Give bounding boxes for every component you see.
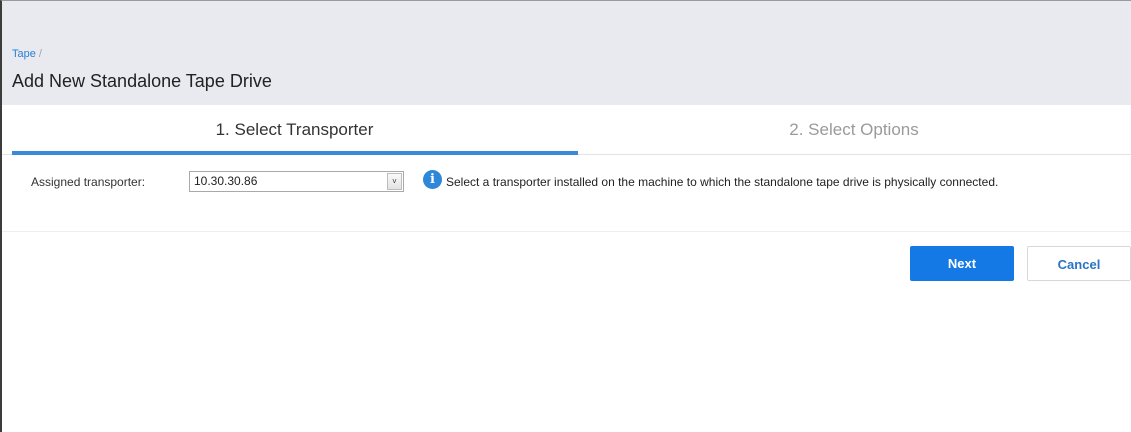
chevron-down-icon[interactable]: ˅ [387, 173, 402, 190]
breadcrumb-separator: / [38, 48, 42, 60]
next-button[interactable]: Next [910, 246, 1014, 281]
assigned-transporter-hint: Select a transporter installed on the ma… [446, 175, 999, 189]
tab-select-transporter[interactable]: 1. Select Transporter [12, 105, 577, 155]
page-header: Tape / Add New Standalone Tape Drive [2, 1, 1131, 105]
breadcrumb: Tape / [12, 48, 42, 60]
tab-select-options[interactable]: 2. Select Options [577, 105, 1131, 155]
active-step-indicator [12, 151, 578, 155]
breadcrumb-link-tape[interactable]: Tape [12, 48, 36, 60]
page-title: Add New Standalone Tape Drive [12, 71, 272, 91]
assigned-transporter-select[interactable]: 10.30.30.86 ˅ [189, 171, 404, 192]
assigned-transporter-row: Assigned transporter: 10.30.30.86 ˅ i Se… [2, 156, 1131, 232]
assigned-transporter-value: 10.30.30.86 [194, 174, 258, 188]
info-icon: i [423, 170, 442, 189]
assigned-transporter-label: Assigned transporter: [31, 175, 146, 189]
wizard-steps: 1. Select Transporter 2. Select Options [2, 105, 1131, 155]
cancel-button[interactable]: Cancel [1027, 246, 1131, 281]
